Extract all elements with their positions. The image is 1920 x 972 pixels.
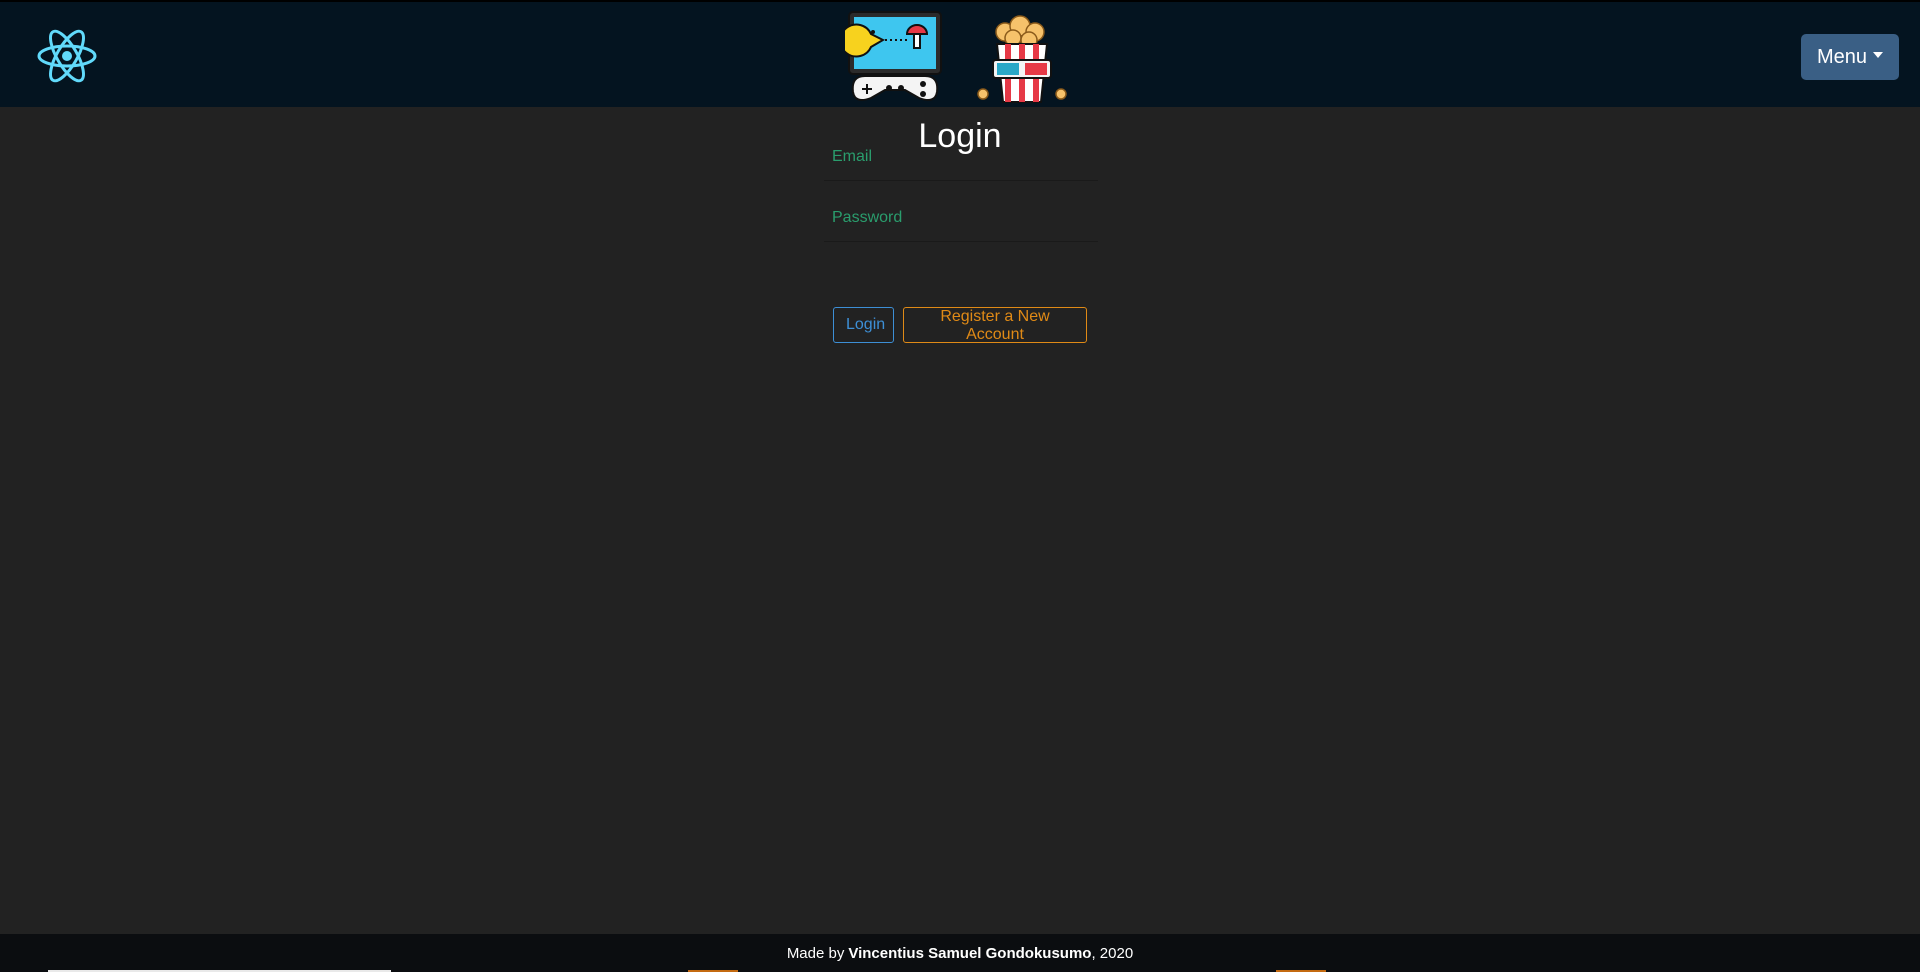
login-page: Login Login Register a New Account	[0, 107, 1920, 934]
brand-link[interactable]	[36, 27, 98, 85]
gamepad-monitor-icon	[845, 11, 942, 101]
menu-label: Menu	[1816, 45, 1868, 68]
caret-down-icon	[1873, 52, 1884, 58]
menu-button[interactable]: Menu	[1801, 34, 1899, 80]
register-button[interactable]: Register a New Account	[903, 307, 1087, 343]
footer: Made by Vincentius Samuel Gondokusumo , …	[0, 934, 1920, 972]
footer-suffix: , 2020	[1091, 944, 1134, 962]
login-button[interactable]: Login	[833, 307, 894, 343]
email-field[interactable]	[824, 133, 1098, 181]
footer-prefix: Made by	[786, 944, 845, 962]
password-field[interactable]	[824, 194, 1098, 242]
popcorn-3d-glasses-icon	[977, 15, 1067, 103]
footer-author: Vincentius Samuel Gondokusumo	[848, 944, 1092, 962]
react-atom-icon	[37, 29, 97, 83]
navbar: Menu	[0, 0, 1920, 107]
center-logos	[845, 10, 1070, 104]
